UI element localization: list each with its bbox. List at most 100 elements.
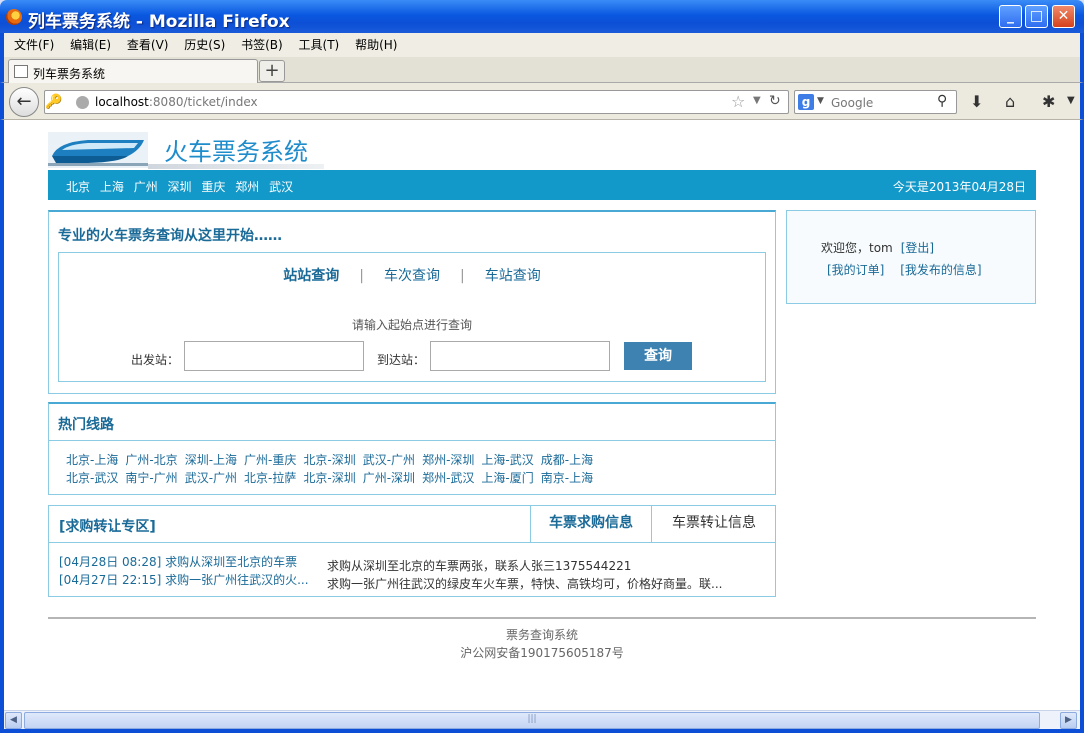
route-link[interactable]: 上海-厦门 (481, 469, 533, 486)
message-link[interactable]: [04月27日 22:15] 求购一张广州往武汉的火... (59, 571, 327, 588)
back-button[interactable]: ← (9, 87, 39, 117)
message-link[interactable]: [04月28日 08:28] 求购从深圳至北京的车票 (59, 553, 327, 570)
route-link[interactable]: 北京-深圳 (303, 469, 355, 486)
scroll-left-icon[interactable]: ◀ (5, 712, 22, 729)
route-row: 北京-上海 广州-北京 深圳-上海 广州-重庆 北京-深圳 武汉-广州 郑州-深圳 上海-武汉… (66, 451, 766, 469)
route-link[interactable]: 郑州-深圳 (422, 451, 474, 468)
minimize-button[interactable]: _ (999, 5, 1022, 28)
user-links: [我的订单] [我发布的信息] (827, 261, 994, 278)
message-desc: 求购一张广州往武汉的绿皮车火车票，特快、高铁均可，价格好商量。联... (327, 577, 723, 591)
horizontal-scrollbar[interactable]: ◀ ||| ▶ (4, 710, 1080, 729)
my-orders-link[interactable]: [我的订单] (827, 263, 884, 277)
route-link[interactable]: 北京-武汉 (66, 469, 118, 486)
route-link[interactable]: 南宁-广州 (125, 469, 177, 486)
window-frame-right (1080, 120, 1084, 729)
menu-history[interactable]: 历史(S) (182, 33, 227, 57)
route-list: 北京-上海 广州-北京 深圳-上海 广州-重庆 北京-深圳 武汉-广州 郑州-深圳 上海-武汉… (66, 451, 766, 487)
globe-icon (76, 96, 89, 109)
bookmark-star-icon[interactable]: ☆ (731, 92, 745, 111)
menu-bar: 文件(F) 编辑(E) 查看(V) 历史(S) 书签(B) 工具(T) 帮助(H… (0, 33, 1084, 57)
url-text[interactable]: localhost:8080/ticket/index (95, 95, 258, 109)
reload-icon[interactable]: ↻ (769, 93, 781, 109)
route-link[interactable]: 广州-重庆 (244, 451, 296, 468)
from-station-input[interactable] (184, 341, 364, 371)
logout-link[interactable]: [登出] (901, 241, 934, 255)
query-panel: 专业的火车票务查询从这里开始…… 站站查询 | 车次查询 | 车站查询 请输入起始点进行… (48, 210, 776, 394)
search-box[interactable]: g ▼ Google ⚲ (794, 90, 957, 114)
route-link[interactable]: 上海-武汉 (481, 451, 533, 468)
welcome-text: 欢迎您，tom [登出] (821, 241, 935, 255)
key-icon: 🔑 (45, 94, 63, 110)
browser-tab[interactable]: 列车票务系统 (8, 59, 258, 83)
menu-bookmarks[interactable]: 书签(B) (239, 33, 285, 57)
tab-train-number[interactable]: 车次查询 (384, 265, 440, 285)
to-station-input[interactable] (430, 341, 610, 371)
search-engine-dropdown-icon[interactable]: ▼ (817, 96, 824, 106)
tab-station[interactable]: 车站查询 (485, 265, 541, 285)
menu-tools[interactable]: 工具(T) (297, 33, 342, 57)
route-link[interactable]: 北京-深圳 (303, 451, 355, 468)
close-button[interactable]: ✕ (1052, 5, 1075, 28)
train-logo-icon (48, 132, 148, 168)
tab-buy-info[interactable]: 车票求购信息 (530, 506, 651, 542)
toolbar-menu-icon[interactable]: ▼ (1067, 95, 1075, 106)
route-link[interactable]: 深圳-上海 (185, 451, 237, 468)
scrollbar-thumb[interactable]: ||| (24, 712, 1040, 729)
tab-separator: | (460, 268, 465, 284)
window-title: 列车票务系统 - Mozilla Firefox (28, 12, 290, 32)
city-link[interactable]: 上海 (100, 180, 124, 194)
footer-license: 沪公网安备190175605187号 (460, 646, 624, 660)
search-button[interactable]: 查询 (624, 342, 692, 370)
new-tab-button[interactable]: + (259, 60, 285, 82)
route-link[interactable]: 武汉-广州 (363, 451, 415, 468)
city-link[interactable]: 北京 (66, 180, 90, 194)
buy-transfer-title[interactable]: [求购转让专区] (59, 516, 156, 536)
city-link[interactable]: 重庆 (201, 180, 225, 194)
city-link[interactable]: 武汉 (269, 180, 293, 194)
route-link[interactable]: 武汉-广州 (185, 469, 237, 486)
my-posts-link[interactable]: [我发布的信息] (900, 263, 981, 277)
maximize-button[interactable]: □ (1025, 5, 1048, 28)
route-row: 北京-武汉 南宁-广州 武汉-广州 北京-拉萨 北京-深圳 广州-深圳 郑州-武汉 上海-厦门… (66, 469, 766, 487)
hot-routes-panel: 热门线路 北京-上海 广州-北京 深圳-上海 广州-重庆 北京-深圳 武汉-广州 郑州-深圳… (48, 402, 776, 495)
route-link[interactable]: 北京-上海 (66, 451, 118, 468)
query-panel-title: 专业的火车票务查询从这里开始…… (58, 228, 282, 244)
to-station-label: 到达站： (377, 353, 426, 367)
menu-edit[interactable]: 编辑(E) (68, 33, 113, 57)
window-frame-bottom (0, 729, 1084, 733)
google-icon[interactable]: g (798, 94, 814, 110)
url-bar[interactable]: 🔑 localhost:8080/ticket/index ☆ ▼ ↻ (44, 90, 789, 114)
query-form: 站站查询 | 车次查询 | 车站查询 请输入起始点进行查询 出发站： 到达站： 查询 (58, 252, 766, 382)
menu-file[interactable]: 文件(F) (12, 33, 56, 57)
menu-view[interactable]: 查看(V) (125, 33, 171, 57)
tab-transfer-info[interactable]: 车票转让信息 (651, 506, 776, 542)
search-icon[interactable]: ⚲ (937, 93, 947, 109)
footer-divider (48, 617, 1036, 619)
list-item: [04月28日 08:28] 求购从深圳至北京的车票 求购从深圳至北京的车票两张，… (59, 553, 631, 573)
city-link[interactable]: 广州 (134, 180, 158, 194)
menu-help[interactable]: 帮助(H) (353, 33, 399, 57)
window-title-bar: 列车票务系统 - Mozilla Firefox _ □ ✕ (0, 0, 1084, 33)
route-link[interactable]: 成都-上海 (541, 451, 593, 468)
site-logo[interactable]: 火车票务系统 (48, 128, 324, 170)
url-dropdown-icon[interactable]: ▼ (753, 95, 761, 106)
addon-icon[interactable]: ✱ (1042, 92, 1055, 111)
route-link[interactable]: 广州-北京 (125, 451, 177, 468)
tab-station-to-station[interactable]: 站站查询 (283, 265, 339, 285)
footer-site-name: 票务查询系统 (505, 628, 578, 642)
home-icon[interactable]: ⌂ (1005, 92, 1015, 111)
buy-transfer-panel: [求购转让专区] 车票求购信息 车票转让信息 [04月28日 08:28] 求购… (48, 505, 776, 597)
route-link[interactable]: 北京-拉萨 (244, 469, 296, 486)
download-icon[interactable]: ⬇ (970, 92, 983, 111)
page-content: 火车票务系统 北京 上海 广州 深圳 重庆 郑州 武汉 今天是2013年04月2… (4, 120, 1080, 710)
route-link[interactable]: 广州-深圳 (363, 469, 415, 486)
route-link[interactable]: 南京-上海 (541, 469, 593, 486)
search-input[interactable]: Google (831, 96, 873, 110)
city-link[interactable]: 郑州 (235, 180, 259, 194)
scroll-right-icon[interactable]: ▶ (1060, 712, 1077, 729)
page-icon (14, 65, 28, 78)
route-link[interactable]: 郑州-武汉 (422, 469, 474, 486)
today-date: 今天是2013年04月28日 (892, 180, 1026, 194)
divider (49, 440, 775, 441)
city-link[interactable]: 深圳 (168, 180, 192, 194)
